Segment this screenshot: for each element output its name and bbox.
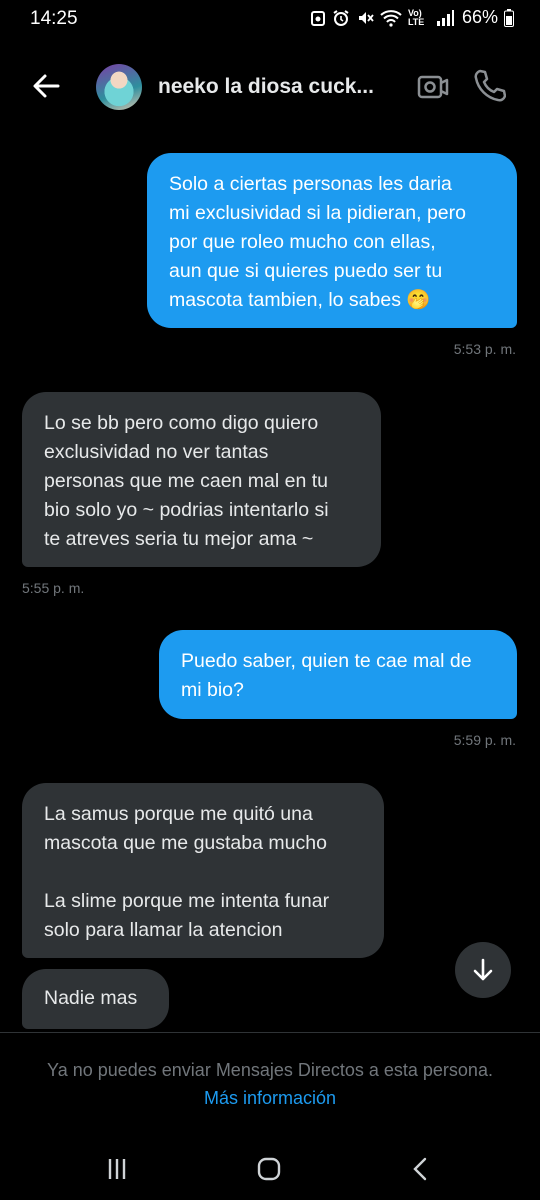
wifi-icon [380, 9, 402, 27]
message-bubble-outgoing[interactable]: Puedo saber, quien te cae mal de mi bio? [159, 630, 517, 719]
message-timestamp: 5:53 p. m. [453, 341, 516, 357]
mute-icon [358, 11, 374, 24]
system-nav-bar [0, 1140, 540, 1200]
phone-icon[interactable] [472, 68, 506, 104]
battery-icon [504, 8, 514, 27]
signal-icon [436, 9, 454, 26]
message-bubble-incoming[interactable]: Nadie mas [22, 969, 169, 1029]
recents-icon[interactable] [104, 1156, 130, 1182]
home-icon[interactable] [256, 1156, 282, 1182]
network-label: Vo) LTE [407, 7, 425, 27]
video-camera-icon[interactable] [416, 70, 450, 104]
status-time: 14:25 [30, 8, 78, 29]
contact-name[interactable]: neeko la diosa cuck... [158, 75, 374, 99]
message-bubble-incoming[interactable]: Lo se bb pero como digo quiero exclusivi… [22, 392, 381, 567]
avatar[interactable] [96, 64, 142, 110]
message-timestamp: 5:55 p. m. [22, 580, 85, 596]
back-nav-icon[interactable] [410, 1156, 430, 1182]
status-icons: Vo) LTE 66% [310, 7, 514, 28]
screenshot-icon [310, 10, 325, 26]
message-bubble-incoming[interactable]: La samus porque me quitó una mascota que… [22, 783, 384, 958]
more-info-link[interactable]: Más información [0, 1088, 540, 1109]
arrow-down-icon [473, 958, 493, 981]
conversation-header: neeko la diosa cuck... [0, 50, 540, 125]
dm-disabled-notice: Ya no puedes enviar Mensajes Directos a … [47, 1060, 493, 1080]
alarm-icon [333, 9, 349, 26]
status-bar: 14:25 Vo) LTE 66% [0, 0, 540, 40]
battery-percent: 66% [461, 7, 498, 27]
divider [0, 1032, 540, 1033]
arrow-left-icon[interactable] [28, 68, 64, 104]
message-timestamp: 5:59 p. m. [453, 732, 516, 748]
message-bubble-outgoing[interactable]: Solo a ciertas personas les daria mi exc… [147, 153, 517, 328]
scroll-down-button[interactable] [455, 942, 511, 998]
